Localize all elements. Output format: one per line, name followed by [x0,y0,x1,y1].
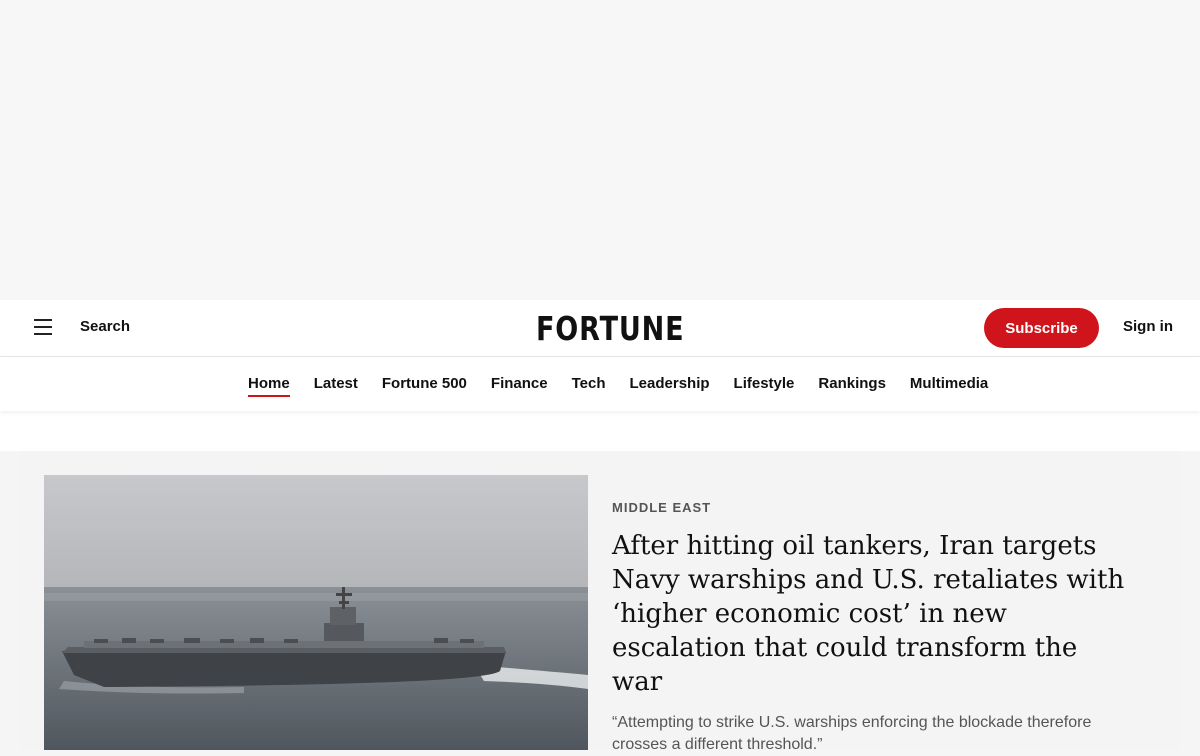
nav-item-finance[interactable]: Finance [491,375,548,397]
nav-item-rankings[interactable]: Rankings [818,375,886,397]
nav-item-tech[interactable]: Tech [572,375,606,397]
fortune-logo[interactable]: FORTUNE [536,309,684,348]
nav-item-fortune-500[interactable]: Fortune 500 [382,375,467,397]
nav-item-leadership[interactable]: Leadership [630,375,710,397]
hero-story-card: MIDDLE EAST After hitting oil tankers, I… [20,451,1180,753]
sign-in-link[interactable]: Sign in [1123,318,1173,335]
primary-nav: Home Latest Fortune 500 Finance Tech Lea… [0,357,1200,411]
hero-image[interactable] [44,475,588,750]
site-header: Search FORTUNE Subscribe Sign in [0,300,1200,357]
nav-item-latest[interactable]: Latest [314,375,358,397]
subscribe-button[interactable]: Subscribe [984,308,1099,348]
hero-headline[interactable]: After hitting oil tankers, Iran targets … [612,529,1132,699]
hero-dek: “Attempting to strike U.S. warships enfo… [612,714,1092,753]
ad-slot [0,0,1200,300]
nav-item-home[interactable]: Home [248,375,290,397]
hamburger-menu-icon[interactable] [34,319,54,337]
content-gap [0,411,1200,451]
hero-text: MIDDLE EAST After hitting oil tankers, I… [612,475,1132,756]
nav-item-lifestyle[interactable]: Lifestyle [734,375,795,397]
section-tag[interactable]: MIDDLE EAST [612,500,1132,515]
nav-item-multimedia[interactable]: Multimedia [910,375,988,397]
aircraft-carrier-image [44,475,588,750]
search-button[interactable]: Search [80,318,130,335]
